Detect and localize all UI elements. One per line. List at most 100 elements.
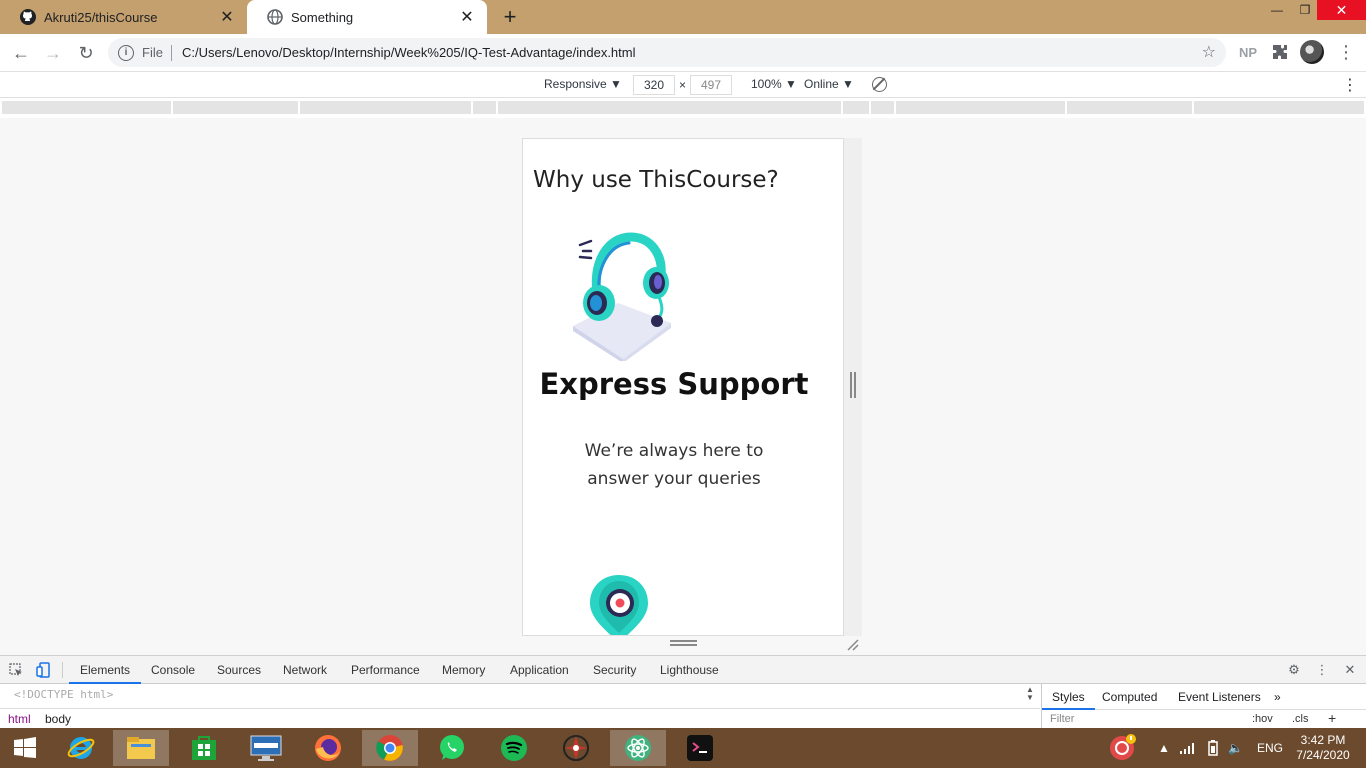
tab-github[interactable]: Akruti25/thisCourse ✕	[0, 0, 247, 34]
resize-width-handle[interactable]	[850, 372, 856, 398]
forward-arrow-icon[interactable]: →	[40, 40, 66, 66]
resize-corner-handle[interactable]	[846, 638, 860, 652]
toolbar-divider	[62, 662, 63, 678]
tab-memory[interactable]: Memory	[431, 656, 496, 684]
info-icon[interactable]: i	[118, 44, 134, 61]
media-query-segment[interactable]	[843, 101, 869, 114]
media-query-segment[interactable]	[871, 101, 894, 114]
breadcrumb-html[interactable]: html	[8, 712, 31, 726]
browser-toolbar: ← → ↻ i File C:/Users/Lenovo/Desktop/Int…	[0, 34, 1366, 71]
window-close-icon[interactable]: ✕	[1317, 0, 1366, 20]
resize-height-handle[interactable]	[670, 640, 697, 646]
devtools-menu-icon[interactable]: ⋮	[1314, 662, 1330, 678]
styles-sidebar: Styles Computed Event Listeners » Filter…	[1041, 684, 1366, 729]
media-query-segment[interactable]	[473, 101, 496, 114]
spotify-icon[interactable]	[486, 730, 542, 766]
microsoft-store-icon[interactable]	[176, 730, 232, 766]
hover-state-toggle[interactable]: :hov	[1252, 713, 1273, 725]
tab-elements[interactable]: Elements	[69, 656, 142, 684]
media-query-segment[interactable]	[498, 101, 841, 114]
viewport-width-input[interactable]: 320	[633, 75, 675, 95]
browser-menu-icon[interactable]: ⋮	[1336, 40, 1356, 64]
bookmark-star-icon[interactable]: ☆	[1202, 42, 1216, 62]
headset-illustration	[573, 232, 671, 361]
media-query-segment[interactable]	[1194, 101, 1364, 114]
tab-lighthouse[interactable]: Lighthouse	[649, 656, 730, 684]
feature-description: We’re always here to answer your queries	[584, 441, 764, 489]
emulated-viewport[interactable]: Why use ThisCourse? Express Support We’r…	[522, 138, 844, 636]
volume-icon[interactable]: 🔈	[1228, 728, 1243, 768]
device-more-icon[interactable]: ⋮	[1342, 75, 1358, 95]
github-icon	[20, 9, 36, 25]
devtools-close-icon[interactable]: ✕	[1342, 662, 1358, 678]
tab-event-listeners[interactable]: Event Listeners	[1168, 684, 1271, 710]
tab-network[interactable]: Network	[272, 656, 338, 684]
tab-security[interactable]: Security	[582, 656, 647, 684]
tab-computed[interactable]: Computed	[1092, 684, 1167, 710]
media-query-bar	[0, 98, 1366, 118]
inspect-element-icon[interactable]	[8, 662, 24, 678]
extensions-puzzle-icon[interactable]	[1270, 40, 1290, 64]
tab-sources[interactable]: Sources	[206, 656, 272, 684]
media-query-segment[interactable]	[896, 101, 1065, 114]
file-explorer-icon[interactable]	[113, 730, 169, 766]
system-clock[interactable]: 3:42 PM 7/24/2020	[1290, 733, 1356, 763]
page-heading: Why use ThisCourse?	[533, 167, 779, 193]
settings-gear-icon[interactable]: ⚙	[1286, 662, 1302, 678]
breadcrumb: html body	[0, 708, 1040, 729]
internet-explorer-icon[interactable]	[53, 730, 109, 766]
lenovo-monitor-icon[interactable]	[238, 730, 294, 766]
class-toggle[interactable]: .cls	[1292, 713, 1309, 725]
styles-filter-row: Filter :hov .cls +	[1042, 710, 1366, 729]
network-signal-icon[interactable]	[1180, 728, 1196, 768]
new-tab-button[interactable]: +	[498, 4, 522, 29]
tab-strip: Akruti25/thisCourse ✕ Something ✕ + — ❐ …	[0, 0, 1366, 34]
tab-performance[interactable]: Performance	[340, 656, 431, 684]
language-indicator[interactable]: ENG	[1257, 728, 1283, 768]
media-query-segment[interactable]	[300, 101, 471, 114]
scroll-arrows-icon[interactable]: ▲ ▼	[1026, 686, 1034, 702]
media-query-segment[interactable]	[2, 101, 171, 114]
breadcrumb-body[interactable]: body	[45, 712, 71, 726]
notification-app-icon[interactable]	[1094, 730, 1150, 766]
more-tabs-chevron-icon[interactable]: »	[1264, 684, 1291, 710]
rotate-icon[interactable]	[872, 77, 887, 92]
terminal-icon[interactable]	[672, 730, 728, 766]
tab-console[interactable]: Console	[140, 656, 206, 684]
firefox-icon[interactable]	[300, 730, 356, 766]
media-query-segment[interactable]	[173, 101, 298, 114]
battery-icon[interactable]	[1208, 728, 1218, 768]
minimize-icon[interactable]: —	[1262, 0, 1292, 20]
tab-application[interactable]: Application	[499, 656, 580, 684]
restore-icon[interactable]: ❐	[1290, 0, 1320, 20]
profile-initials[interactable]: NP	[1238, 40, 1258, 64]
reload-icon[interactable]: ↻	[73, 40, 99, 66]
viewport-height-input[interactable]: 497	[690, 75, 732, 95]
device-select[interactable]: Responsive ▼	[544, 77, 622, 91]
clock-date: 7/24/2020	[1296, 748, 1350, 762]
network-throttle-select[interactable]: Online ▼	[804, 77, 854, 91]
globe-icon	[267, 9, 283, 25]
show-hidden-icons-icon[interactable]: ▲	[1158, 728, 1170, 768]
close-tab-icon[interactable]: ✕	[219, 9, 235, 26]
new-style-rule-button[interactable]: +	[1328, 710, 1336, 726]
media-query-segment[interactable]	[1067, 101, 1192, 114]
doctype-node[interactable]: <!DOCTYPE html>	[14, 688, 113, 701]
profile-avatar[interactable]	[1300, 40, 1324, 64]
close-tab-icon[interactable]: ✕	[459, 9, 475, 26]
device-toggle-icon[interactable]	[35, 662, 51, 678]
whatsapp-icon[interactable]	[424, 730, 480, 766]
tab-styles[interactable]: Styles	[1042, 684, 1095, 710]
url-text[interactable]: C:/Users/Lenovo/Desktop/Internship/Week%…	[182, 45, 636, 60]
tab-something[interactable]: Something ✕	[247, 0, 487, 34]
styles-filter-input[interactable]: Filter	[1050, 713, 1074, 725]
feature-title: Express Support	[539, 367, 809, 401]
atom-icon[interactable]	[610, 730, 666, 766]
start-windows-icon[interactable]	[0, 730, 50, 766]
web-app-icon[interactable]	[548, 730, 604, 766]
zoom-select[interactable]: 100% ▼	[751, 77, 797, 91]
back-arrow-icon[interactable]: ←	[8, 40, 34, 66]
chrome-icon[interactable]	[362, 730, 418, 766]
address-bar[interactable]: i File C:/Users/Lenovo/Desktop/Internshi…	[108, 38, 1226, 67]
location-pin-illustration	[590, 575, 648, 635]
